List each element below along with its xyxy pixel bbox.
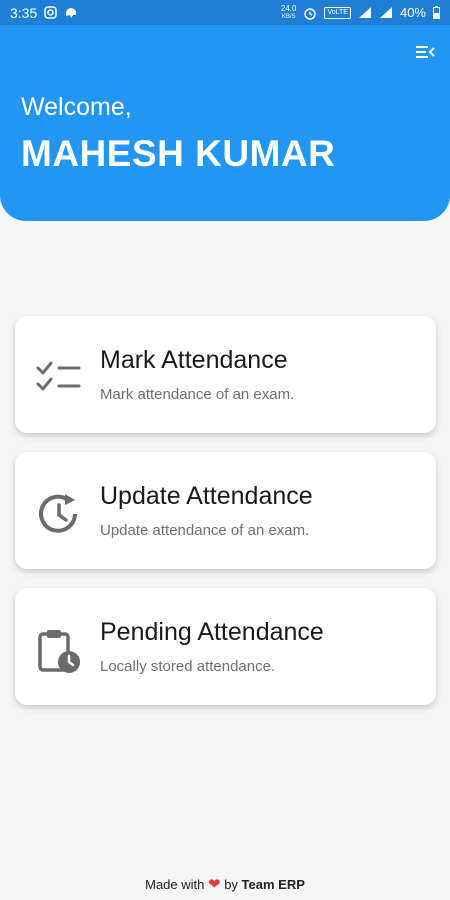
pending-attendance-card[interactable]: Pending Attendance Locally stored attend… (15, 588, 436, 705)
menu-collapse-icon[interactable] (414, 41, 436, 63)
instagram-icon (44, 6, 57, 19)
alarm-icon (304, 7, 317, 20)
update-attendance-card[interactable]: Update Attendance Update attendance of a… (15, 452, 436, 569)
clipboard-clock-icon (38, 630, 80, 673)
footer-made-with: Made with (145, 877, 205, 892)
card-title: Pending Attendance (100, 618, 324, 646)
welcome-header: Welcome, MAHESH KUMAR (0, 25, 450, 221)
footer: Made with ❤ by Team ERP (0, 875, 450, 893)
signal-icon (358, 7, 371, 18)
network-speed: 24.0 KB/S (280, 3, 297, 20)
card-title: Mark Attendance (100, 346, 288, 374)
card-subtitle: Mark attendance of an exam. (100, 386, 295, 403)
welcome-text: Welcome, (21, 93, 132, 121)
footer-team: Team ERP (241, 877, 305, 892)
history-icon (39, 494, 77, 533)
checklist-icon (36, 361, 81, 391)
footer-by: by (224, 877, 238, 892)
notification-app-icon (66, 8, 77, 18)
heart-icon: ❤ (207, 876, 221, 893)
battery-percent: 40% (399, 5, 426, 20)
card-subtitle: Locally stored attendance. (100, 658, 276, 675)
mark-attendance-card[interactable]: Mark Attendance Mark attendance of an ex… (15, 316, 436, 433)
battery-icon (433, 6, 440, 19)
card-subtitle: Update attendance of an exam. (100, 522, 310, 539)
card-title: Update Attendance (100, 482, 313, 510)
signal-icon-2 (379, 7, 392, 18)
user-name: MAHESH KUMAR (21, 133, 336, 174)
status-bar: 3:35 24.0 KB/S VoLTE 40% (0, 0, 450, 25)
volte-badge: VoLTE (324, 6, 351, 19)
status-time: 3:35 (10, 4, 38, 21)
